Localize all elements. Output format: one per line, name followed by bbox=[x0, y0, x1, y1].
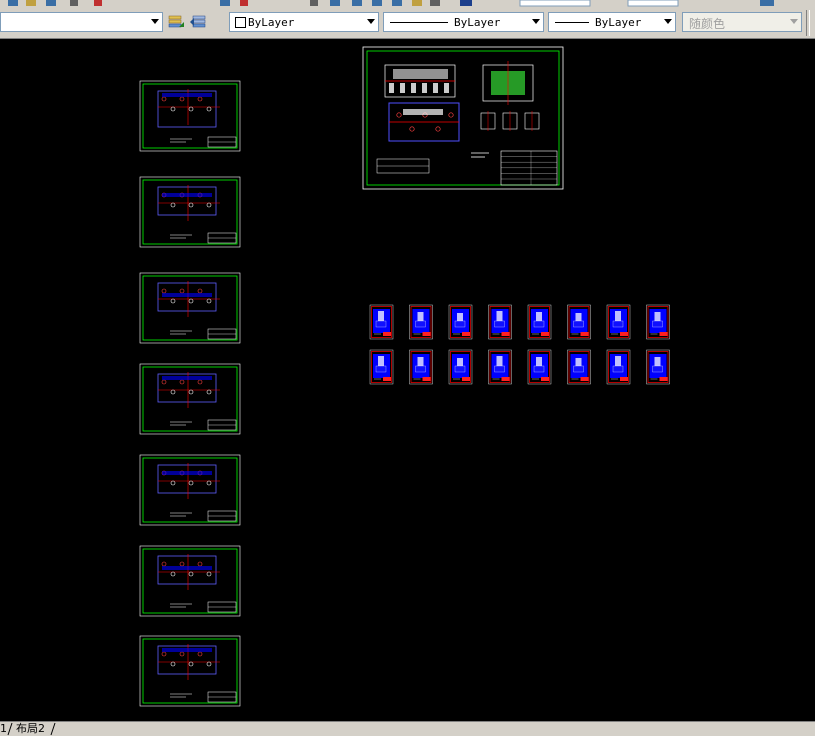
plotstyle-combo: 随颜色 bbox=[682, 12, 802, 32]
layout-tab-2-label: 布局2 bbox=[16, 722, 45, 735]
part-drawing-thumbnail[interactable] bbox=[527, 349, 552, 385]
toolbar-icons-partial bbox=[8, 0, 774, 7]
drawing-sheet-thumbnail[interactable] bbox=[139, 272, 241, 344]
drawing-viewport[interactable] bbox=[0, 39, 815, 721]
linetype-sample-line bbox=[390, 22, 448, 23]
part-drawing-thumbnail[interactable] bbox=[646, 349, 670, 385]
make-object-layer-current-icon[interactable] bbox=[166, 12, 186, 32]
assembly-sheet-thumbnail[interactable] bbox=[362, 46, 564, 190]
chevron-down-icon[interactable] bbox=[151, 19, 159, 24]
part-drawing-thumbnail[interactable] bbox=[646, 304, 670, 340]
plotstyle-combo-value: 随颜色 bbox=[689, 17, 726, 31]
chevron-down-icon bbox=[790, 19, 798, 24]
color-combo-value: ByLayer bbox=[248, 16, 295, 29]
chevron-down-icon[interactable] bbox=[532, 19, 540, 24]
toolbar-separator bbox=[806, 10, 810, 36]
drawing-sheet-thumbnail[interactable] bbox=[139, 545, 241, 617]
part-drawing-thumbnail[interactable] bbox=[567, 349, 591, 385]
linetype-combo[interactable]: ByLayer bbox=[383, 12, 544, 32]
drawing-sheet-thumbnail[interactable] bbox=[139, 454, 241, 526]
part-drawing-thumbnail[interactable] bbox=[409, 349, 433, 385]
part-drawing-thumbnail[interactable] bbox=[448, 304, 473, 340]
lineweight-combo[interactable]: ByLayer bbox=[548, 12, 676, 32]
linetype-combo-value: ByLayer bbox=[454, 16, 501, 29]
part-drawing-thumbnail[interactable] bbox=[488, 304, 512, 340]
layer-previous-icon[interactable] bbox=[188, 12, 208, 32]
lineweight-sample-line bbox=[555, 22, 589, 23]
part-drawing-thumbnail[interactable] bbox=[488, 349, 512, 385]
object-properties-toolbar: ByLayer ByLayer ByLayer 随颜色 bbox=[0, 8, 815, 39]
drawing-sheet-thumbnail[interactable] bbox=[139, 635, 241, 707]
layout-tab-1-label: 1 bbox=[0, 722, 7, 735]
layout-tab-bar: 1 布局2 bbox=[0, 721, 815, 736]
layout-tab-2[interactable]: 布局2 bbox=[16, 722, 45, 735]
part-drawing-thumbnail[interactable] bbox=[606, 349, 631, 385]
part-drawing-thumbnail[interactable] bbox=[606, 304, 631, 340]
color-combo[interactable]: ByLayer bbox=[229, 12, 379, 32]
part-drawing-thumbnail[interactable] bbox=[567, 304, 591, 340]
part-drawing-thumbnail[interactable] bbox=[369, 349, 394, 385]
part-drawing-thumbnail[interactable] bbox=[448, 349, 473, 385]
drawing-sheet-thumbnail[interactable] bbox=[139, 176, 241, 248]
chevron-down-icon[interactable] bbox=[367, 19, 375, 24]
drawing-sheet-thumbnail[interactable] bbox=[139, 363, 241, 435]
lineweight-combo-value: ByLayer bbox=[595, 16, 642, 29]
white-square-swatch-icon bbox=[235, 17, 246, 28]
chevron-down-icon[interactable] bbox=[664, 19, 672, 24]
part-drawing-thumbnail[interactable] bbox=[527, 304, 552, 340]
part-drawing-thumbnail[interactable] bbox=[409, 304, 433, 340]
drawing-canvas[interactable] bbox=[0, 39, 815, 721]
layer-combo[interactable] bbox=[0, 12, 163, 32]
drawing-sheet-thumbnail[interactable] bbox=[139, 80, 241, 152]
part-drawing-thumbnail[interactable] bbox=[369, 304, 394, 340]
